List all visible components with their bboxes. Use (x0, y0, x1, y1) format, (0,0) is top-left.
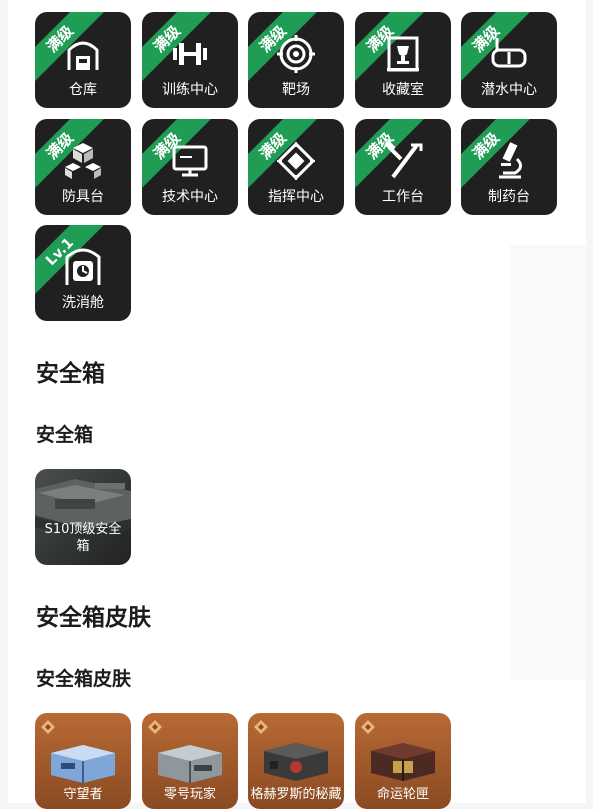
section-title-safe-box-skin: 安全箱皮肤 (36, 605, 151, 631)
monitor-icon (170, 141, 210, 181)
hammer-icon (383, 141, 423, 181)
skin-item-fate-box[interactable]: 命运轮匣 (355, 713, 451, 809)
warehouse-icon (63, 34, 103, 74)
chip-icon (276, 141, 316, 181)
facility-tile-armor[interactable]: 满级 防具台 (35, 119, 131, 215)
side-panel (510, 245, 586, 680)
skin-box-image (260, 741, 332, 785)
section-title-safe-box: 安全箱 (36, 361, 105, 387)
facility-tile-training[interactable]: 满级 训练中心 (142, 12, 238, 108)
decon-chamber-icon (63, 247, 103, 287)
facility-label: 工作台 (382, 189, 424, 205)
skin-label: 守望者 (63, 787, 103, 802)
facility-tile-pharmacy[interactable]: 满级 制药台 (461, 119, 557, 215)
skin-item-watcher[interactable]: 守望者 (35, 713, 131, 809)
rarity-diamond-icon (254, 719, 268, 734)
facility-label: 指挥中心 (268, 189, 324, 205)
facility-label: 仓库 (69, 82, 97, 98)
skin-box-image (154, 741, 226, 785)
facility-tile-decon[interactable]: Lv.1 洗消舱 (35, 225, 131, 321)
skin-item-gehros-hoard[interactable]: 格赫罗斯的秘藏 (248, 713, 344, 809)
dumbbell-icon (170, 34, 210, 74)
safe-box-item[interactable]: S10顶级安全箱 (35, 469, 131, 565)
skin-label: 命运轮匣 (376, 787, 429, 802)
facility-label: 技术中心 (162, 189, 218, 205)
facility-tile-workbench[interactable]: 满级 工作台 (355, 119, 451, 215)
subsection-title-safe-box-skin: 安全箱皮肤 (36, 668, 132, 690)
trophy-case-icon (383, 34, 423, 74)
skin-label: 格赫罗斯的秘藏 (250, 787, 342, 802)
facility-tile-range[interactable]: 满级 靶场 (248, 12, 344, 108)
skin-box-image (47, 741, 119, 785)
skin-box-image (367, 741, 439, 785)
facility-tile-warehouse[interactable]: 满级 仓库 (35, 12, 131, 108)
diving-mask-icon (489, 34, 529, 74)
rarity-diamond-icon (148, 719, 162, 734)
facility-label: 洗消舱 (62, 295, 104, 311)
safe-box-label: S10顶级安全箱 (44, 522, 122, 554)
skin-item-player-zero[interactable]: 零号玩家 (142, 713, 238, 809)
facility-label: 制药台 (488, 189, 530, 205)
target-icon (276, 34, 316, 74)
facility-label: 靶场 (282, 82, 310, 98)
microscope-icon (489, 141, 529, 181)
cubes-icon (63, 141, 103, 181)
rarity-diamond-icon (41, 719, 55, 734)
facility-label: 潜水中心 (481, 82, 537, 98)
facility-tile-command[interactable]: 满级 指挥中心 (248, 119, 344, 215)
facility-tile-collection[interactable]: 满级 收藏室 (355, 12, 451, 108)
facility-tile-tech[interactable]: 满级 技术中心 (142, 119, 238, 215)
facility-tile-diving[interactable]: 满级 潜水中心 (461, 12, 557, 108)
facility-label: 防具台 (62, 189, 104, 205)
facility-label: 训练中心 (162, 82, 218, 98)
facility-label: 收藏室 (382, 82, 424, 98)
skin-label: 零号玩家 (163, 787, 216, 802)
subsection-title-safe-box: 安全箱 (36, 424, 94, 446)
rarity-diamond-icon (361, 719, 375, 734)
